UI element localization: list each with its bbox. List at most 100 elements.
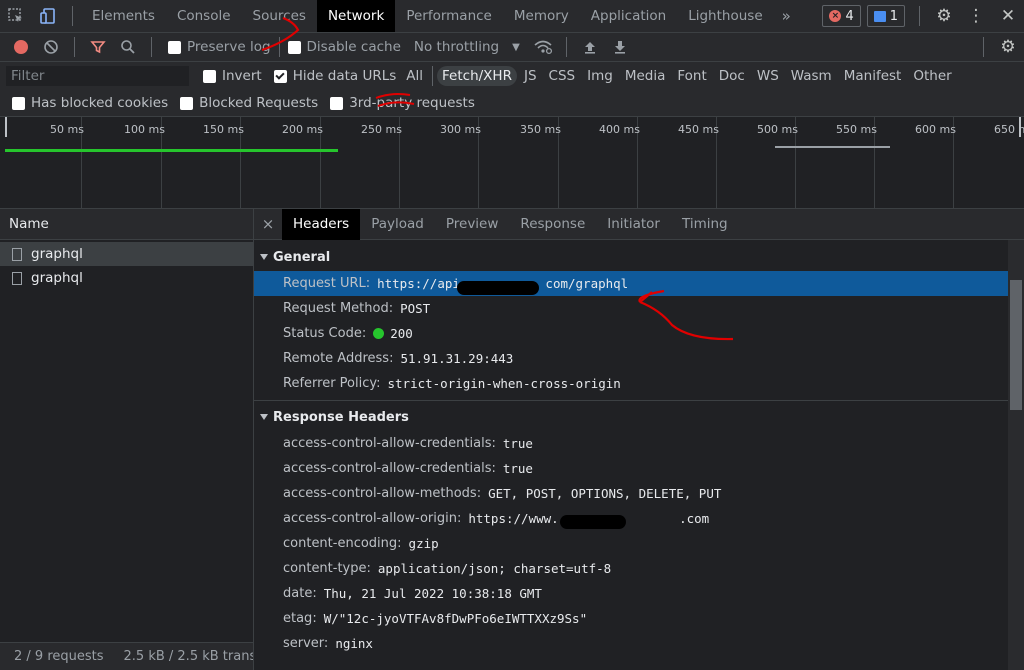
tab-elements[interactable]: Elements [81,0,166,32]
header-key: content-encoding: [283,536,402,551]
tab-console[interactable]: Console [166,0,242,32]
header-value: 200 [390,326,413,341]
error-count-badge[interactable]: × 4 [822,5,861,27]
type-filter-other[interactable]: Other [908,66,956,86]
hide-data-urls-checkbox[interactable] [273,69,287,83]
response-header-row[interactable]: access-control-allow-methods: GET, POST,… [254,481,1024,506]
device-toolbar-icon[interactable] [32,0,64,32]
clear-icon[interactable] [36,33,66,61]
timeline-tick-label: 300 ms [440,123,481,136]
tab-application[interactable]: Application [580,0,677,32]
general-section-header[interactable]: General [254,243,1024,271]
name-column-header[interactable]: Name [0,209,253,240]
tab-payload[interactable]: Payload [360,209,435,240]
search-icon[interactable] [113,33,143,61]
header-value: true [502,436,533,451]
referrer-policy-row[interactable]: Referrer Policy: strict-origin-when-cros… [254,371,1024,396]
message-icon [873,10,886,22]
tab-memory[interactable]: Memory [503,0,580,32]
header-value: strict-origin-when-cross-origin [387,376,621,391]
type-filter-manifest[interactable]: Manifest [839,66,907,86]
tab-timing[interactable]: Timing [671,209,739,240]
divider [983,37,984,57]
has-blocked-cookies-checkbox[interactable] [12,96,25,110]
details-tabbar: × Headers Payload Preview Response Initi… [254,208,1024,240]
timeline-left-handle[interactable] [5,117,7,137]
third-party-requests-checkbox[interactable] [330,96,344,110]
response-header-row[interactable]: content-type: application/json; charset=… [254,556,1024,581]
chevron-down-icon[interactable]: ▼ [512,42,520,53]
divider [151,37,152,57]
response-header-row[interactable]: access-control-allow-origin: https://www… [254,506,1024,531]
response-header-row[interactable]: access-control-allow-credentials: true [254,456,1024,481]
header-value: GET, POST, OPTIONS, DELETE, PUT [488,486,722,501]
network-settings-gear-icon[interactable]: ⚙ [992,33,1024,61]
status-code-row[interactable]: Status Code: 200 [254,321,1024,346]
request-row[interactable]: graphql [0,266,253,290]
header-key: date: [283,586,317,601]
invert-checkbox[interactable] [203,69,216,83]
tab-sources[interactable]: Sources [242,0,317,32]
response-header-row[interactable]: access-control-allow-credentials: true [254,431,1024,456]
response-header-row[interactable]: content-encoding: gzip [254,531,1024,556]
tab-performance[interactable]: Performance [395,0,503,32]
header-key: access-control-allow-credentials: [283,461,496,476]
type-filter-js[interactable]: JS [519,66,542,86]
throttling-select[interactable]: No throttling [414,39,499,55]
type-filter-font[interactable]: Font [672,66,711,86]
remote-address-row[interactable]: Remote Address: 51.91.31.29:443 [254,346,1024,371]
type-filter-img[interactable]: Img [582,66,618,86]
settings-gear-icon[interactable]: ⚙ [928,0,960,32]
record-icon[interactable] [6,33,36,61]
disable-cache-checkbox[interactable] [287,40,301,54]
request-count: 2 / 9 requests [14,649,104,664]
export-har-download-icon[interactable] [605,33,635,61]
type-filter-media[interactable]: Media [620,66,671,86]
header-value: POST [400,301,431,316]
response-header-row[interactable]: etag: W/"12c-jyoVTFAv8fDwPFo6eIWTTXXz9Ss… [254,606,1024,631]
response-header-row[interactable]: date: Thu, 21 Jul 2022 10:38:18 GMT [254,581,1024,606]
type-filter-wasm[interactable]: Wasm [786,66,837,86]
type-filter-css[interactable]: CSS [544,66,581,86]
import-har-upload-icon[interactable] [575,33,605,61]
request-list-panel: Name graphql graphql 2 / 9 requests 2.5 … [0,209,254,670]
tab-preview[interactable]: Preview [435,209,510,240]
type-filter-doc[interactable]: Doc [714,66,750,86]
redaction-mark [457,281,539,295]
transferred-size: 2.5 kB / 2.5 kB transfer [123,649,253,664]
header-value: 51.91.31.29:443 [400,351,514,366]
network-overview-timeline[interactable]: 50 ms 100 ms 150 ms 200 ms 250 ms 300 ms… [0,117,1024,209]
tab-network[interactable]: Network [316,0,396,32]
header-key: access-control-allow-credentials: [283,436,496,451]
tab-response[interactable]: Response [509,209,596,240]
blocked-requests-checkbox[interactable] [180,96,194,110]
request-row[interactable]: graphql [0,242,253,266]
close-details-icon[interactable]: × [254,215,282,233]
details-scrollbar[interactable] [1008,240,1024,670]
request-url-row[interactable]: Request URL: https://api. com/graphql [254,271,1024,296]
invert-label: Invert [222,68,262,84]
tab-initiator[interactable]: Initiator [596,209,671,240]
preserve-log-checkbox[interactable] [168,40,181,54]
kebab-menu-icon[interactable]: ⋮ [960,0,992,32]
filter-funnel-icon[interactable] [83,33,113,61]
more-tabs-button[interactable]: » [774,7,799,25]
inspect-element-icon[interactable] [0,0,32,32]
devtools-tabbar: Elements Console Sources Network Perform… [0,0,1024,33]
message-count: 1 [889,8,898,24]
network-conditions-wifi-icon[interactable] [528,33,558,61]
type-filter-fetch-xhr[interactable]: Fetch/XHR [437,66,517,86]
tab-headers[interactable]: Headers [282,208,361,240]
close-devtools-icon[interactable]: ✕ [992,0,1024,32]
message-count-badge[interactable]: 1 [866,5,905,27]
type-filter-ws[interactable]: WS [752,66,784,86]
tab-lighthouse[interactable]: Lighthouse [677,0,773,32]
document-icon [12,271,22,285]
filter-input[interactable]: Filter [6,66,189,86]
timeline-tick-label: 400 ms [599,123,640,136]
response-header-row[interactable]: server: nginx [254,631,1024,656]
type-filter-all[interactable]: All [401,66,428,86]
request-method-row[interactable]: Request Method: POST [254,296,1024,321]
scrollbar-thumb[interactable] [1010,280,1022,410]
response-headers-section-header[interactable]: Response Headers [254,403,1024,431]
